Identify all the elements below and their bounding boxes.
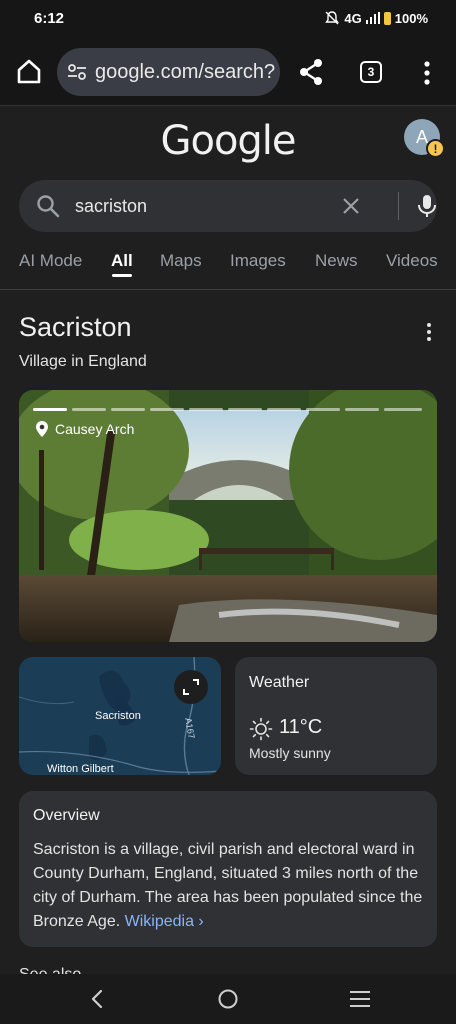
- place-photo[interactable]: Causey Arch: [19, 390, 437, 642]
- photo-progress-4: [150, 408, 184, 411]
- status-icons: 4G 100%: [324, 10, 428, 26]
- signal-icon: [365, 12, 380, 24]
- network-label: 4G: [344, 10, 362, 26]
- photo-progress-7: [267, 408, 301, 411]
- active-tab-indicator: [112, 274, 132, 277]
- close-icon[interactable]: [339, 194, 363, 218]
- tab-ai-mode[interactable]: AI Mode: [19, 251, 82, 271]
- tab-images[interactable]: Images: [230, 251, 286, 271]
- mute-icon: [325, 11, 340, 25]
- weather-card[interactable]: Weather 11°C Mostly sunny: [235, 657, 437, 775]
- photo-progress-1: [33, 408, 67, 411]
- photo-progress-9: [345, 408, 379, 411]
- photo-progress-6: [228, 408, 262, 411]
- google-logo[interactable]: Google: [0, 118, 456, 164]
- system-nav-bar: [0, 974, 456, 1024]
- home-icon[interactable]: [14, 56, 44, 86]
- weather-description: Mostly sunny: [249, 745, 331, 761]
- status-time: 6:12: [34, 10, 65, 27]
- entity-subtitle: Village in England: [19, 353, 147, 370]
- warning-badge: !: [426, 139, 445, 158]
- url-text[interactable]: google.com/search?: [95, 61, 275, 84]
- search-box: [19, 180, 437, 232]
- tune-icon[interactable]: [67, 63, 87, 81]
- photo-location-label: Causey Arch: [55, 421, 135, 437]
- photo-progress-3: [111, 408, 145, 411]
- photo-progress-5: [189, 408, 223, 411]
- address-bar[interactable]: google.com/search?: [57, 48, 280, 96]
- photo-progress-10: [384, 408, 422, 411]
- photo-location[interactable]: Causey Arch: [35, 420, 134, 438]
- back-icon[interactable]: [86, 987, 108, 1011]
- nav-home-icon[interactable]: [216, 987, 240, 1011]
- tab-all[interactable]: All: [111, 251, 133, 271]
- overview-title: Overview: [33, 807, 100, 824]
- search-divider: [398, 192, 399, 220]
- search-icon: [37, 195, 60, 218]
- weather-temperature: 11°C: [279, 716, 323, 738]
- wikipedia-link[interactable]: Wikipedia ›: [125, 913, 204, 930]
- photo-progress-8: [306, 408, 340, 411]
- more-vert-icon[interactable]: [424, 322, 434, 342]
- map-card[interactable]: Sacriston Witton Gilbert A167: [19, 657, 221, 775]
- photo-progress-2: [72, 408, 106, 411]
- overview-text: Sacriston is a village, civil parish and…: [33, 841, 423, 930]
- search-tabs: AI Mode All Maps Images News Videos: [0, 244, 456, 290]
- expand-map-button[interactable]: [174, 670, 208, 704]
- overview-body: Sacriston is a village, civil parish and…: [33, 838, 429, 934]
- see-also-heading: See also: [19, 966, 81, 974]
- overview-card: Overview Sacriston is a village, civil p…: [19, 791, 437, 947]
- tab-maps[interactable]: Maps: [160, 251, 202, 271]
- sun-icon: [249, 717, 273, 741]
- location-pin-icon: [36, 421, 48, 437]
- map-label-town: Sacriston: [95, 710, 141, 722]
- share-icon[interactable]: [298, 58, 324, 86]
- page-title: Sacriston: [19, 312, 132, 342]
- map-label-village: Witton Gilbert: [47, 763, 114, 775]
- browser-toolbar: google.com/search? 3: [0, 38, 456, 106]
- status-bar: 6:12 4G 100%: [0, 0, 456, 38]
- tab-switcher-button[interactable]: 3: [360, 61, 382, 83]
- search-input[interactable]: [75, 180, 335, 232]
- battery-icon: [383, 11, 391, 25]
- tab-videos[interactable]: Videos: [386, 251, 438, 271]
- battery-percent: 100%: [394, 10, 428, 26]
- more-vert-icon[interactable]: [420, 60, 434, 86]
- expand-icon: [183, 679, 199, 695]
- recent-apps-icon[interactable]: [348, 989, 372, 1009]
- mic-icon[interactable]: [415, 193, 439, 219]
- tab-news[interactable]: News: [315, 251, 358, 271]
- weather-title: Weather: [249, 674, 310, 691]
